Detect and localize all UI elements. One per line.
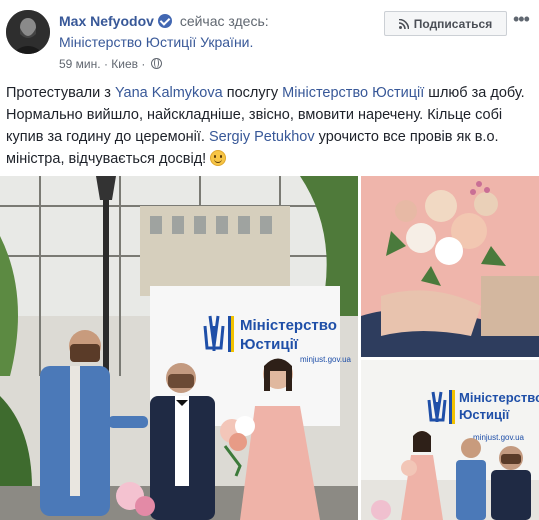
post-text-segment: Протестували з xyxy=(6,85,115,101)
mention-link[interactable]: Sergiy Petukhov xyxy=(209,129,315,145)
photo-ceremony-image: Міністерство Юстиції minjust.gov.ua xyxy=(361,360,539,520)
photo-main-image: Міністерство Юстиції minjust.gov.ua xyxy=(0,176,358,520)
meta-separator: · xyxy=(141,57,146,71)
subscribe-label: Подписаться xyxy=(413,16,493,31)
meta-separator: · xyxy=(103,57,108,71)
author-name-link[interactable]: Max Nefyodov xyxy=(59,13,154,29)
banner-url-bottom: minjust.gov.ua xyxy=(473,433,525,442)
subscribe-button[interactable]: Подписаться xyxy=(384,11,507,36)
smile-emoji-icon xyxy=(210,150,227,166)
author-avatar[interactable] xyxy=(6,10,50,54)
avatar-image xyxy=(6,10,50,54)
banner-title-bottom: Міністерство xyxy=(459,390,539,405)
post-header: Max Nefyodov сейчас здесь: Міністерство … xyxy=(0,0,539,76)
post-time-link[interactable]: 59 мин. xyxy=(59,57,101,71)
photo-bouquet-image xyxy=(361,176,539,357)
mention-link[interactable]: Міністерство Юстиції xyxy=(282,85,424,101)
post-body-text: Протестували з Yana Kalmykova послугу Мі… xyxy=(6,82,534,170)
photo-ceremony[interactable]: Міністерство Юстиції minjust.gov.ua xyxy=(361,360,539,520)
location-link[interactable]: Міністерство Юстиції України. xyxy=(59,33,253,51)
banner-title-main: Міністерство xyxy=(240,317,337,334)
photo-bouquet[interactable] xyxy=(361,176,539,357)
more-options-button[interactable]: ••• xyxy=(513,9,535,29)
globe-icon[interactable] xyxy=(150,58,162,69)
banner-subtitle-bottom: Юстиції xyxy=(459,407,510,422)
post-meta: 59 мин. · Киев · xyxy=(59,56,162,72)
verified-badge-icon xyxy=(157,14,172,28)
banner-subtitle-main: Юстиції xyxy=(240,336,299,353)
status-text: сейчас здесь: xyxy=(179,13,269,29)
photo-main[interactable]: Міністерство Юстиції minjust.gov.ua xyxy=(0,176,358,520)
banner-url-main: minjust.gov.ua xyxy=(300,355,352,364)
mention-link[interactable]: Yana Kalmykova xyxy=(115,85,223,101)
post-text-segment: послугу xyxy=(222,85,283,101)
rss-icon xyxy=(398,18,409,29)
place-link[interactable]: Киев xyxy=(111,57,138,71)
header-title-line: Max Nefyodov сейчас здесь: xyxy=(59,12,269,30)
